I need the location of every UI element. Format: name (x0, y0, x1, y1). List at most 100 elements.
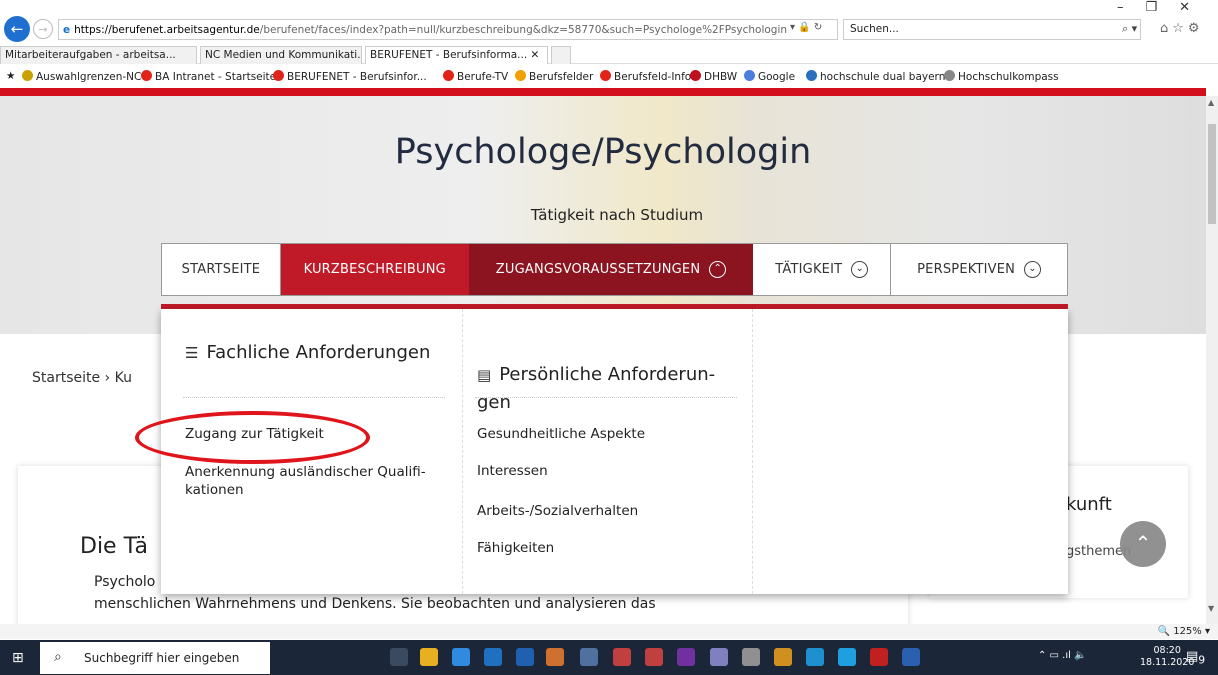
onenote-icon[interactable] (677, 648, 695, 666)
site-top-bar (0, 88, 1206, 96)
back-button[interactable]: ← (4, 16, 30, 42)
browser-search-input[interactable]: Suchen... (843, 19, 1141, 40)
forward-button[interactable]: → (33, 19, 53, 39)
settings-icon[interactable]: ⌂☆⚙ (1160, 21, 1204, 36)
zoom-level[interactable]: 🔍 125% ▾ (1158, 626, 1210, 637)
bookmark-label: Hochschulkompass (958, 71, 1059, 83)
breadcrumb[interactable]: Startseite › Ku (32, 370, 132, 386)
bookmark-label: Berufsfelder (529, 71, 594, 83)
bookmark-berufsfelder[interactable]: Berufsfelder (515, 70, 593, 83)
link-anerkennung-qualifikationen[interactable]: Anerkennung ausländischer Qualifi- katio… (185, 463, 445, 499)
nav-zugangsvoraussetzungen[interactable]: ZUGANGSVORAUSSETZUNGEN ⌃ (468, 244, 754, 295)
vertical-scrollbar[interactable]: ▲ ▼ (1206, 96, 1218, 624)
app-icon[interactable] (645, 648, 663, 666)
scroll-down-icon[interactable]: ▼ (1208, 604, 1214, 613)
task-view-icon[interactable] (390, 648, 408, 666)
content-text: menschlichen Wahrnehmens und Denkens. Si… (94, 596, 656, 612)
url-domain: https://berufenet.arbeitsagentur.de (74, 23, 260, 36)
refresh-icon[interactable]: ▾ 🔒 ↻ (790, 22, 822, 33)
column-heading: ▤ Persönliche Anforderun- gen (477, 333, 747, 417)
bookmark-auswahlgrenzen[interactable]: Auswahlgrenzen-NC (22, 70, 141, 83)
document-icon: ▤ (477, 366, 492, 384)
bookmark-icon (273, 70, 284, 81)
system-tray[interactable]: ⌃ ▭ .ıl 🔈 (1038, 650, 1087, 661)
bookmark-berufenet[interactable]: BERUFENET - Berufsinfor... (273, 70, 427, 83)
scrollbar-thumb[interactable] (1208, 124, 1216, 224)
address-row: ← → e https://berufenet.arbeitsagentur.d… (0, 16, 1218, 44)
nav-perspektiven[interactable]: PERSPEKTIVEN ⌄ (891, 244, 1067, 295)
bookmark-ba-intranet[interactable]: BA Intranet - Startseite (141, 70, 276, 83)
bookmark-icon (443, 70, 454, 81)
file-explorer-icon[interactable] (420, 648, 438, 666)
browser-chrome: –❐✕ ← → e https://berufenet.arbeitsagent… (0, 0, 1218, 96)
internet-explorer-icon[interactable] (452, 648, 470, 666)
page-subtitle: Tätigkeit nach Studium (530, 206, 704, 224)
nav-label: PERSPEKTIVEN (917, 262, 1016, 277)
bookmark-icon (141, 70, 152, 81)
nav-startseite[interactable]: STARTSEITE (162, 244, 281, 295)
address-bar[interactable]: e https://berufenet.arbeitsagentur.de/be… (58, 19, 838, 40)
nav-taetigkeit[interactable]: TÄTIGKEIT ⌄ (753, 244, 892, 295)
scroll-up-icon[interactable]: ▲ (1208, 98, 1214, 107)
bookmarks-bar: ★ Auswahlgrenzen-NC BA Intranet - Starts… (0, 66, 1218, 88)
bookmark-icon (806, 70, 817, 81)
bookmark-label: BERUFENET - Berufsinfor... (287, 71, 427, 83)
app-icon[interactable] (546, 648, 564, 666)
skype-business-icon[interactable] (806, 648, 824, 666)
outlook-icon[interactable] (484, 648, 502, 666)
app-icon[interactable] (516, 648, 534, 666)
bookmark-label: DHBW (704, 71, 738, 83)
restore-icon[interactable]: ❐ (1145, 0, 1179, 15)
nav-label: KURZBESCHREIBUNG (303, 262, 446, 277)
nav-kurzbeschreibung[interactable]: KURZBESCHREIBUNG (280, 244, 469, 295)
content-heading: Die Tä (80, 534, 148, 559)
bookmark-icon (600, 70, 611, 81)
bookmark-label: Berufe-TV (457, 71, 509, 83)
link-gesundheitliche-aspekte[interactable]: Gesundheitliche Aspekte (477, 425, 645, 443)
bookmark-icon (744, 70, 755, 81)
minimize-icon[interactable]: – (1117, 0, 1146, 15)
ie-icon: e (63, 23, 71, 36)
nav-label: ZUGANGSVORAUSSETZUNGEN (495, 262, 701, 277)
windows-start-icon[interactable]: ⊞ (12, 650, 27, 666)
app-icon[interactable] (613, 648, 631, 666)
column-heading-label: Fachliche Anforderungen (206, 342, 431, 363)
app-icon[interactable] (774, 648, 792, 666)
close-icon[interactable]: ✕ (1179, 0, 1212, 15)
link-faehigkeiten[interactable]: Fähigkeiten (477, 539, 554, 557)
tab-bar: Mitarbeiteraufgaben - arbeitsa... NC Med… (0, 44, 1218, 64)
divider (183, 397, 445, 398)
new-tab-button[interactable] (551, 46, 571, 64)
bookmark-label: Auswahlgrenzen-NC (36, 71, 142, 83)
tab-berufenet[interactable]: BERUFENET - Berufsinforma... ✕ (365, 46, 548, 64)
link-interessen[interactable]: Interessen (477, 462, 548, 480)
bookmark-berufsfeld-info[interactable]: Berufsfeld-Info (600, 70, 691, 83)
word-icon[interactable] (902, 648, 920, 666)
tab-mitarbeiteraufgaben[interactable]: Mitarbeiteraufgaben - arbeitsa... (0, 46, 197, 64)
bookmark-hochschule-dual[interactable]: hochschule dual bayern (806, 70, 945, 83)
app-icon[interactable] (710, 648, 728, 666)
favorites-star-icon[interactable]: ★ (6, 70, 15, 82)
scroll-to-top-button[interactable]: ⌃ (1120, 521, 1166, 567)
tab-nc-medien[interactable]: NC Medien und Kommunikati... (200, 46, 362, 64)
bookmark-hochschulkompass[interactable]: Hochschulkompass (944, 70, 1059, 83)
taskbar-search-input[interactable]: ⌕ Suchbegriff hier eingeben (40, 642, 270, 674)
column-heading: ☰ Fachliche Anforderungen (185, 339, 430, 367)
bookmark-berufe-tv[interactable]: Berufe-TV (443, 70, 508, 83)
bookmark-dhbw[interactable]: DHBW (690, 70, 737, 83)
nav-label: TÄTIGKEIT (775, 262, 843, 277)
link-arbeits-sozialverhalten[interactable]: Arbeits-/Sozialverhalten (477, 502, 638, 520)
window-controls[interactable]: –❐✕ (1117, 0, 1212, 15)
column-heading-label: Persönliche Anforderun- gen (477, 364, 716, 413)
app-icon[interactable] (580, 648, 598, 666)
bookmark-google[interactable]: Google (744, 70, 795, 83)
notification-icon[interactable]: ▤9 (1186, 649, 1206, 667)
acrobat-icon[interactable] (870, 648, 888, 666)
page-title: Psychologe/Psychologin (394, 132, 812, 172)
app-icon[interactable] (742, 648, 760, 666)
notification-count: 9 (1198, 653, 1206, 667)
search-icon[interactable]: ⌕ ▾ (1122, 22, 1137, 36)
skype-icon[interactable] (838, 648, 856, 666)
taskbar-search-placeholder: Suchbegriff hier eingeben (84, 651, 240, 665)
chevron-down-icon: ⌄ (1024, 261, 1042, 278)
